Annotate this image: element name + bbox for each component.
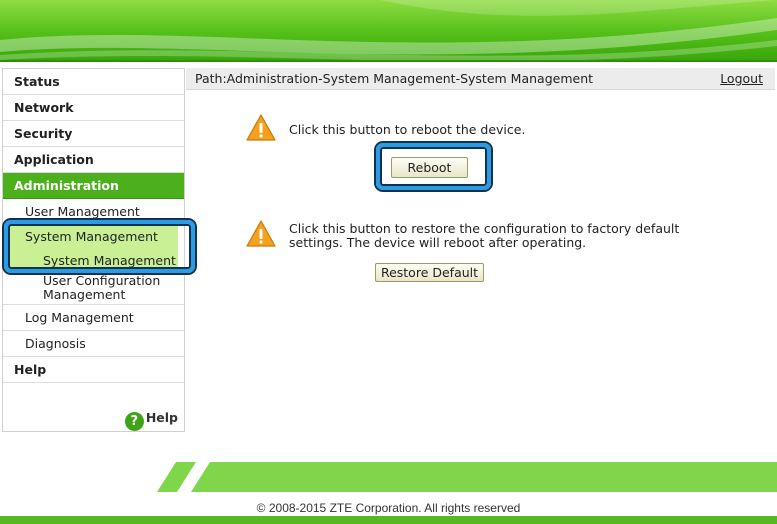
warning-icon-reboot bbox=[246, 114, 276, 141]
nav-diagnosis[interactable]: Diagnosis bbox=[3, 331, 184, 357]
reboot-button[interactable]: Reboot bbox=[391, 157, 468, 178]
reboot-message: Click this button to reboot the device. bbox=[289, 122, 526, 137]
nav-user-management[interactable]: User Management bbox=[3, 199, 184, 225]
restore-default-button[interactable]: Restore Default bbox=[375, 263, 484, 282]
breadcrumb-bar: Path:Administration-System Management-Sy… bbox=[186, 68, 775, 90]
nav-application[interactable]: Application bbox=[3, 147, 184, 173]
footer-line bbox=[0, 516, 777, 524]
nav-system-management-child[interactable]: System Management bbox=[9, 249, 178, 273]
nav-help[interactable]: Help bbox=[3, 357, 184, 383]
help-link[interactable]: ? Help bbox=[124, 407, 178, 431]
footer-green-band bbox=[157, 462, 777, 492]
warning-icon-restore bbox=[246, 220, 276, 247]
nav-status[interactable]: Status bbox=[3, 69, 184, 95]
nav-administration[interactable]: Administration bbox=[3, 173, 184, 199]
nav-security[interactable]: Security bbox=[3, 121, 184, 147]
help-icon: ? bbox=[124, 412, 144, 431]
left-navigation: Status Network Security Application Admi… bbox=[2, 68, 185, 432]
restore-message-line2: settings. The device will reboot after o… bbox=[289, 235, 587, 250]
copyright-text: © 2008-2015 ZTE Corporation. All rights … bbox=[256, 501, 521, 515]
breadcrumb: Path:Administration-System Management-Sy… bbox=[195, 71, 594, 86]
header-banner bbox=[0, 0, 777, 62]
help-link-label: Help bbox=[145, 410, 178, 425]
nav-log-management[interactable]: Log Management bbox=[3, 305, 184, 331]
header-swoosh bbox=[0, 0, 777, 60]
logout-link[interactable]: Logout bbox=[720, 68, 763, 90]
nav-user-configuration-management[interactable]: User Configuration Management bbox=[3, 273, 184, 305]
nav-network[interactable]: Network bbox=[3, 95, 184, 121]
restore-message-line1: Click this button to restore the configu… bbox=[289, 221, 680, 236]
nav-system-management[interactable]: System Management bbox=[9, 225, 178, 249]
